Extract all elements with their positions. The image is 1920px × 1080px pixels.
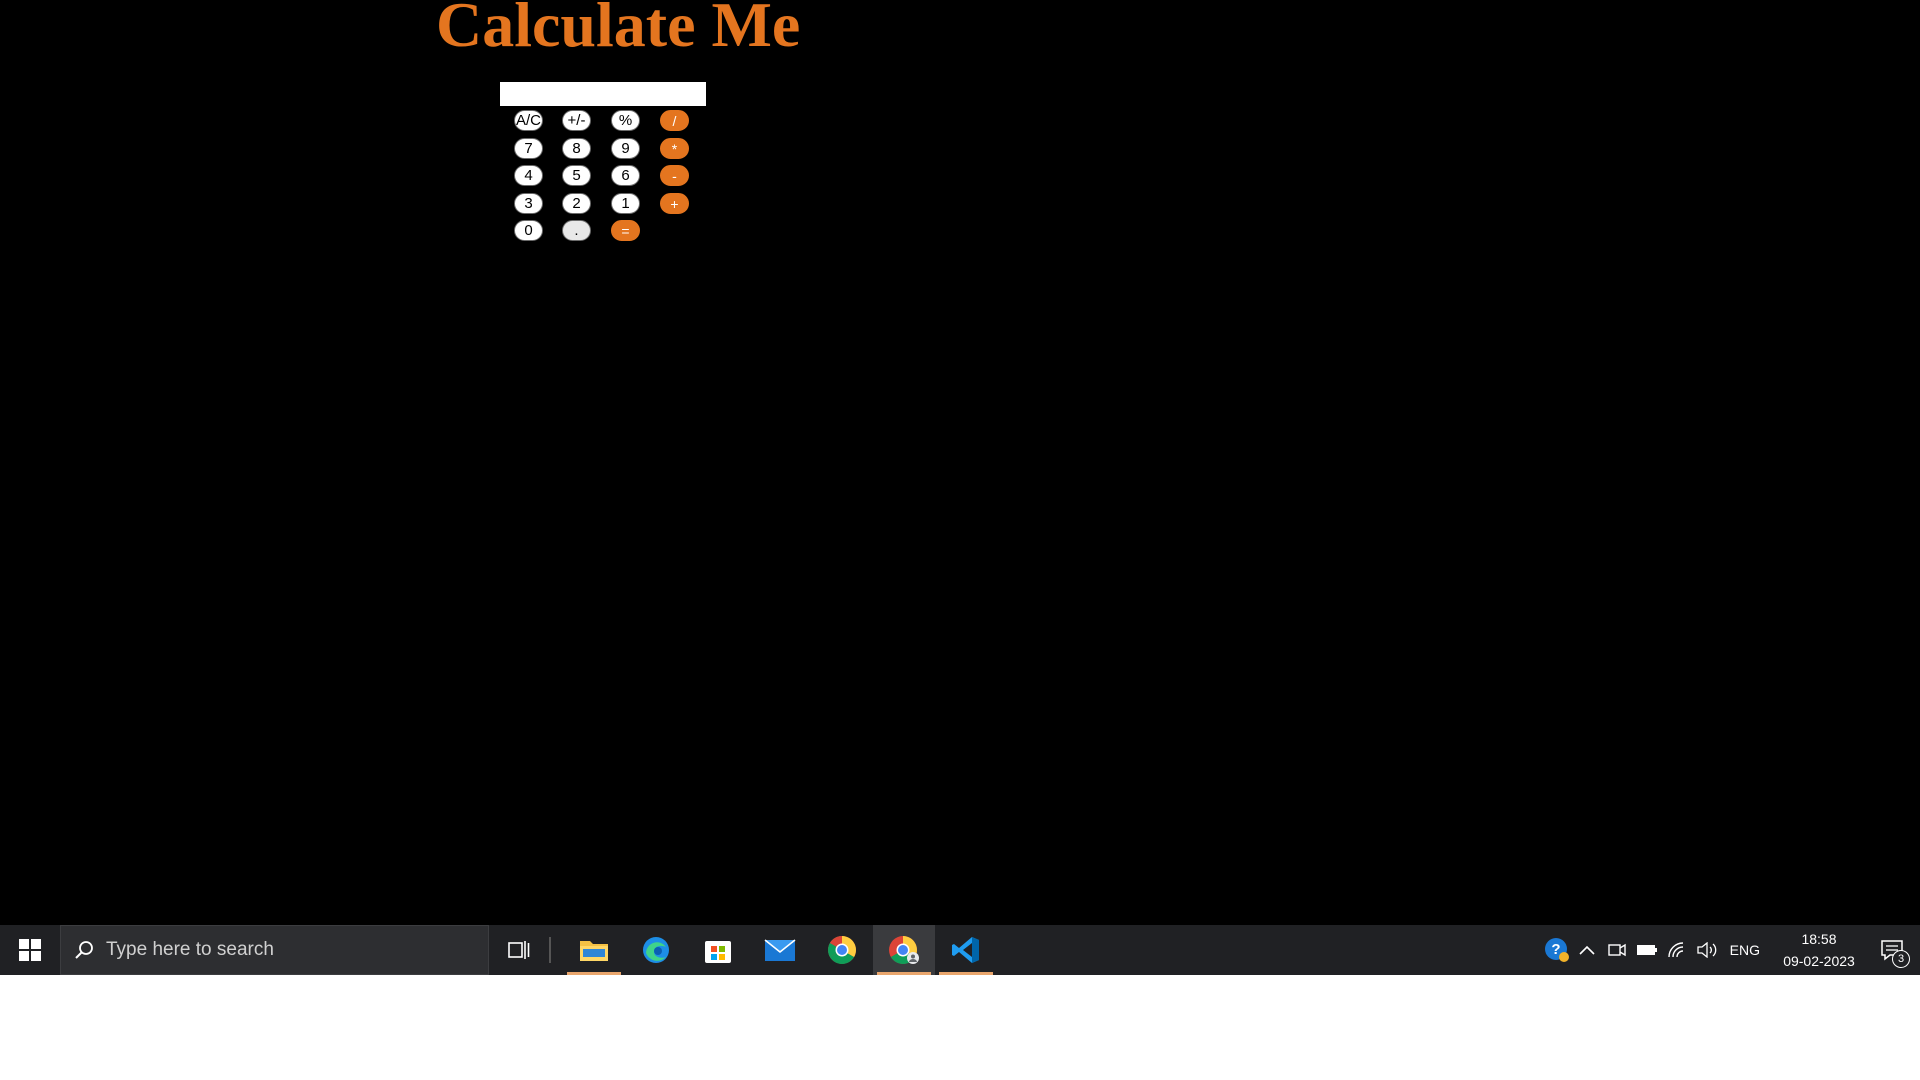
notification-count-badge: 3 [1892,950,1910,968]
browser-viewport: Calculate Me A/C +/- % / 7 8 9 * 4 5 6 -… [0,0,1920,925]
taskbar-search-box[interactable]: Type here to search [60,925,489,975]
digit-3-button[interactable]: 3 [514,193,543,214]
store-icon [705,941,731,963]
digit-0-button[interactable]: 0 [514,220,543,241]
divide-button[interactable]: / [660,110,689,131]
battery-icon[interactable] [1632,925,1662,975]
task-view-button[interactable] [489,925,549,975]
edge-icon [643,937,669,963]
clock-date: 09-02-2023 [1783,953,1855,969]
windows-logo-icon [19,939,41,961]
task-view-icon [508,941,530,959]
taskbar: Type here to search ? ENG 18:58 09-02-20… [0,925,1920,975]
chrome-icon [828,936,856,964]
folder-icon [580,941,608,961]
language-indicator[interactable]: ENG [1722,942,1774,958]
digit-7-button[interactable]: 7 [514,138,543,159]
digit-2-button[interactable]: 2 [562,193,591,214]
wifi-icon[interactable] [1662,925,1692,975]
notification-center-button[interactable]: 3 [1864,925,1920,975]
all-clear-button[interactable]: A/C [514,110,543,131]
decimal-point-button[interactable]: . [562,220,591,241]
digit-9-button[interactable]: 9 [611,138,640,159]
help-icon[interactable]: ? [1542,925,1572,975]
search-placeholder: Type here to search [106,939,274,960]
digit-1-button[interactable]: 1 [611,193,640,214]
toggle-sign-button[interactable]: +/- [562,110,591,131]
vscode-icon [952,937,979,963]
add-button[interactable]: + [660,193,689,214]
multiply-button[interactable]: * [660,138,689,159]
taskbar-mail[interactable] [749,925,811,975]
page-title: Calculate Me [436,0,801,60]
system-tray: ? ENG 18:58 09-02-2023 3 [1542,925,1920,975]
percent-button[interactable]: % [611,110,640,131]
calculator-display-input[interactable] [500,82,706,106]
clock[interactable]: 18:58 09-02-2023 [1774,928,1864,972]
digit-6-button[interactable]: 6 [611,165,640,186]
digit-8-button[interactable]: 8 [562,138,591,159]
chevron-up-icon[interactable] [1572,925,1602,975]
search-icon [74,940,94,960]
taskbar-microsoft-store[interactable] [687,925,749,975]
digit-4-button[interactable]: 4 [514,165,543,186]
equals-button[interactable]: = [611,220,640,241]
volume-icon[interactable] [1692,925,1722,975]
svg-text:?: ? [1551,941,1560,958]
start-button[interactable] [0,925,60,975]
taskbar-vscode[interactable] [935,925,997,975]
subtract-button[interactable]: - [660,165,689,186]
chrome-profile-icon [889,936,919,964]
taskbar-file-explorer[interactable] [563,925,625,975]
taskbar-separator [549,937,551,963]
digit-5-button[interactable]: 5 [562,165,591,186]
taskbar-chrome[interactable] [811,925,873,975]
mail-icon [764,939,796,961]
taskbar-chrome-profile[interactable] [873,925,935,975]
clock-time: 18:58 [1801,931,1837,947]
taskbar-edge[interactable] [625,925,687,975]
meet-now-icon[interactable] [1602,925,1632,975]
